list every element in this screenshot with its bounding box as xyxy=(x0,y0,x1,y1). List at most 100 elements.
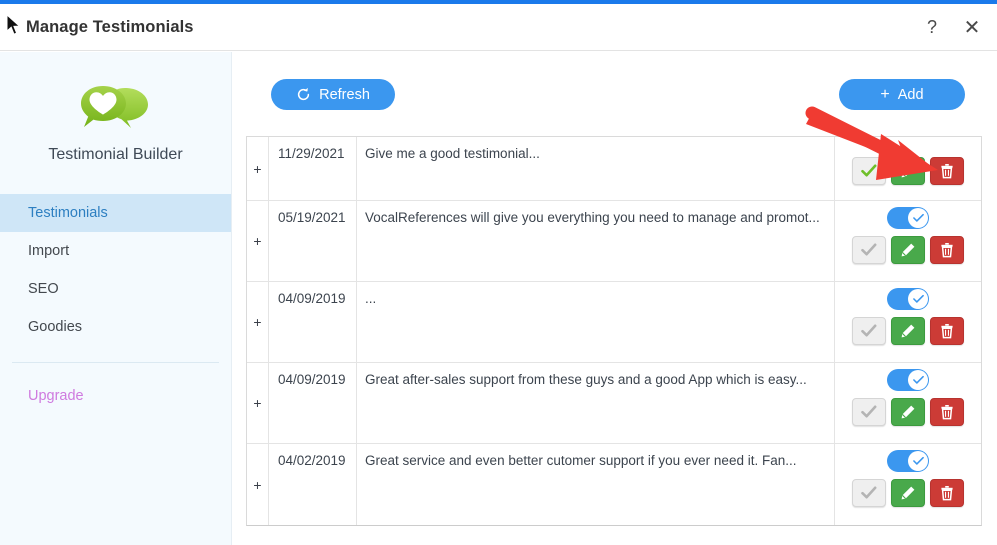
pencil-icon xyxy=(901,164,915,178)
add-button-label: Add xyxy=(897,86,924,103)
row-action-buttons xyxy=(852,317,964,345)
table-row: + 04/09/2019 ... xyxy=(247,282,981,363)
main-content: Refresh + Add + 11/29/2021 Give me a goo… xyxy=(232,52,997,545)
sidebar-item-label: Upgrade xyxy=(28,388,84,404)
add-button[interactable]: + Add xyxy=(839,79,965,110)
table-row: + 04/09/2019 Great after-sales support f… xyxy=(247,363,981,444)
edit-button[interactable] xyxy=(891,236,925,264)
approve-button[interactable] xyxy=(852,317,886,345)
logo-wrapper xyxy=(0,82,231,132)
page-title: Manage Testimonials xyxy=(26,17,194,36)
sidebar-item-import[interactable]: Import xyxy=(0,232,231,270)
trash-icon xyxy=(941,486,953,501)
row-date: 04/02/2019 xyxy=(269,444,357,525)
expand-plus-icon: + xyxy=(253,314,262,330)
check-icon xyxy=(912,294,924,303)
check-icon xyxy=(912,375,924,384)
toggle-knob xyxy=(908,370,928,390)
edit-button[interactable] xyxy=(891,398,925,426)
brand-name: Testimonial Builder xyxy=(48,146,183,163)
row-testimonial-text: Great after-sales support from these guy… xyxy=(357,363,835,443)
delete-button[interactable] xyxy=(930,398,964,426)
table-row: + 05/19/2021 VocalReferences will give y… xyxy=(247,201,981,282)
check-icon xyxy=(912,456,924,465)
refresh-button-label: Refresh xyxy=(319,86,370,103)
help-icon[interactable]: ? xyxy=(919,15,945,41)
delete-button[interactable] xyxy=(930,317,964,345)
sidebar-nav: Testimonials Import SEO Goodies Upgrade xyxy=(0,194,231,415)
expand-row-button[interactable]: + xyxy=(247,444,269,525)
check-icon xyxy=(912,213,924,222)
approve-button[interactable] xyxy=(852,236,886,264)
sidebar-item-testimonials[interactable]: Testimonials xyxy=(0,194,231,232)
check-icon xyxy=(861,164,877,177)
sidebar: Testimonial Builder Testimonials Import … xyxy=(0,52,232,545)
check-icon xyxy=(861,486,877,499)
speech-bubbles-heart-icon xyxy=(80,86,148,128)
refresh-circular-arrow-icon xyxy=(298,87,310,101)
approve-button[interactable] xyxy=(852,398,886,426)
expand-row-button[interactable]: + xyxy=(247,201,269,281)
expand-row-button[interactable]: + xyxy=(247,282,269,362)
app-window: Manage Testimonials ? ✕ Testimonial Buil… xyxy=(0,0,997,545)
toolbar: Refresh + Add xyxy=(232,52,997,117)
publish-toggle[interactable] xyxy=(887,450,929,472)
row-action-buttons xyxy=(852,398,964,426)
check-icon xyxy=(861,405,877,418)
check-icon xyxy=(861,324,877,337)
row-actions xyxy=(835,137,981,200)
trash-icon xyxy=(941,164,953,179)
expand-plus-icon: + xyxy=(253,476,262,493)
row-actions xyxy=(835,444,981,525)
publish-toggle[interactable] xyxy=(887,369,929,391)
trash-icon xyxy=(941,405,953,420)
pencil-icon xyxy=(901,243,915,257)
approve-button[interactable] xyxy=(852,157,886,185)
plus-icon: + xyxy=(880,85,890,103)
expand-row-button[interactable]: + xyxy=(247,137,269,200)
trash-icon xyxy=(941,243,953,258)
testimonials-table: + 11/29/2021 Give me a good testimonial.… xyxy=(246,136,982,526)
publish-toggle[interactable] xyxy=(887,288,929,310)
sidebar-divider xyxy=(12,362,219,363)
toggle-knob xyxy=(908,208,928,228)
window-controls: ? ✕ xyxy=(919,4,985,51)
mouse-cursor-icon xyxy=(6,14,21,35)
trash-icon xyxy=(941,324,953,339)
row-actions xyxy=(835,363,981,443)
close-icon[interactable]: ✕ xyxy=(959,15,985,41)
table-row: + 11/29/2021 Give me a good testimonial.… xyxy=(247,137,981,201)
delete-button[interactable] xyxy=(930,157,964,185)
sidebar-item-seo[interactable]: SEO xyxy=(0,270,231,308)
sidebar-item-label: Import xyxy=(28,243,70,259)
refresh-button[interactable]: Refresh xyxy=(271,79,395,110)
pencil-icon xyxy=(901,486,915,500)
sidebar-item-goodies[interactable]: Goodies xyxy=(0,308,231,346)
title-bar: Manage Testimonials ? ✕ xyxy=(0,4,997,51)
row-actions xyxy=(835,201,981,281)
row-date: 04/09/2019 xyxy=(269,282,357,362)
edit-button[interactable] xyxy=(891,317,925,345)
row-testimonial-text: Give me a good testimonial... xyxy=(357,137,835,200)
toggle-knob xyxy=(908,451,928,471)
row-date: 05/19/2021 xyxy=(269,201,357,281)
row-testimonial-text: Great service and even better cutomer su… xyxy=(357,444,835,525)
row-date: 11/29/2021 xyxy=(269,137,357,200)
publish-toggle[interactable] xyxy=(887,207,929,229)
sidebar-item-upgrade[interactable]: Upgrade xyxy=(0,377,231,415)
row-date: 04/09/2019 xyxy=(269,363,357,443)
row-testimonial-text: ... xyxy=(357,282,835,362)
sidebar-item-label: SEO xyxy=(28,281,59,297)
expand-row-button[interactable]: + xyxy=(247,363,269,443)
row-testimonial-text: VocalReferences will give you everything… xyxy=(357,201,835,281)
check-icon xyxy=(861,243,877,256)
edit-button[interactable] xyxy=(891,157,925,185)
delete-button[interactable] xyxy=(930,236,964,264)
delete-button[interactable] xyxy=(930,479,964,507)
row-action-buttons xyxy=(852,479,964,507)
approve-button[interactable] xyxy=(852,479,886,507)
table-row: + 04/02/2019 Great service and even bett… xyxy=(247,444,981,525)
row-action-buttons xyxy=(852,236,964,264)
expand-plus-icon: + xyxy=(253,395,262,411)
edit-button[interactable] xyxy=(891,479,925,507)
